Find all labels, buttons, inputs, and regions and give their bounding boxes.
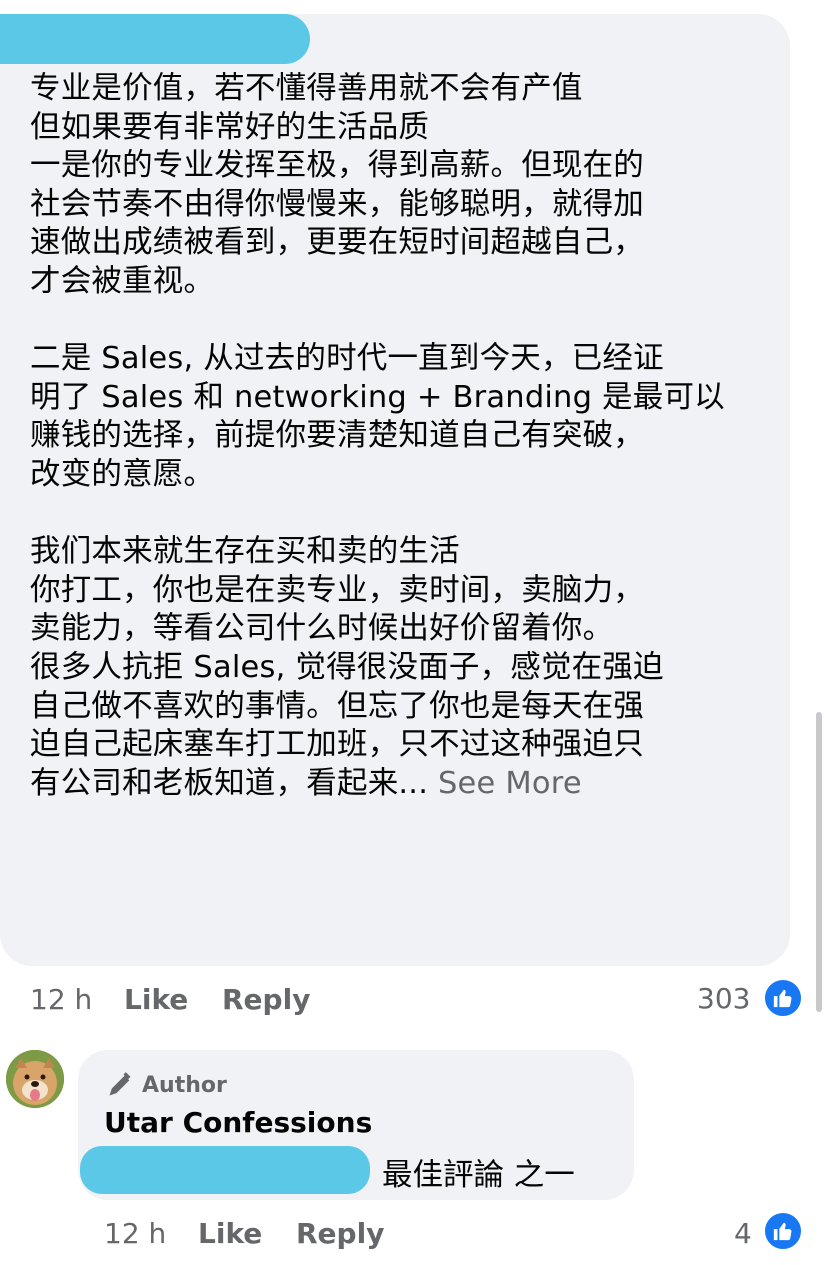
see-more-link[interactable]: See More [428, 766, 582, 801]
comment-reaction-count[interactable]: 303 [697, 982, 750, 1015]
comment-text: 专业是价值，若不懂得善用就不会有产值 但如果要有非常好的生活品质 一是你的专业发… [30, 70, 770, 803]
reply-text: 最佳評論 之一 [382, 1158, 575, 1193]
comment-timestamp[interactable]: 12 h [30, 983, 92, 1016]
reply-like-button[interactable]: Like [198, 1217, 262, 1250]
comment-reply-button[interactable]: Reply [222, 983, 310, 1016]
redacted-commenter-name [0, 14, 310, 64]
author-avatar[interactable] [6, 1050, 64, 1108]
author-badge-label: Author [142, 1072, 227, 1098]
reply-timestamp[interactable]: 12 h [104, 1217, 166, 1250]
pen-icon [109, 1072, 131, 1096]
thumbs-up-icon [773, 1222, 792, 1241]
comment-body-text: 专业是价值，若不懂得善用就不会有产值 但如果要有非常好的生活品质 一是你的专业发… [30, 71, 725, 801]
reply-reply-button[interactable]: Reply [296, 1217, 384, 1250]
comment-like-reaction-icon[interactable] [762, 977, 804, 1019]
redacted-reply-text [80, 1146, 370, 1194]
thumbs-up-icon [773, 989, 792, 1008]
reply-author-name[interactable]: Utar Confessions [104, 1106, 372, 1139]
scrollbar[interactable] [816, 712, 822, 1012]
comment-like-button[interactable]: Like [124, 983, 188, 1016]
author-badge: Author [106, 1070, 227, 1100]
dog-avatar-image [6, 1050, 64, 1108]
reply-like-reaction-icon[interactable] [762, 1210, 804, 1252]
reply-reaction-count[interactable]: 4 [734, 1217, 752, 1250]
